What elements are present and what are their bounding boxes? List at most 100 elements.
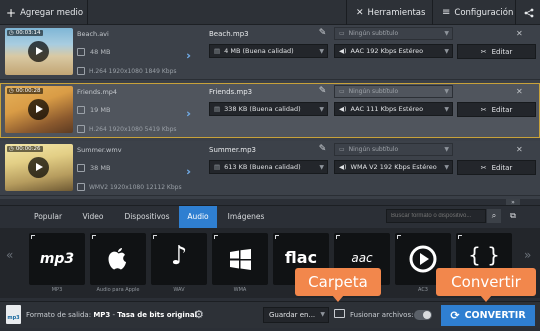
- edit-button[interactable]: ✂ Editar: [457, 102, 536, 117]
- search-icon[interactable]: ⌕: [487, 209, 501, 223]
- play-icon[interactable]: [28, 41, 49, 62]
- subtitle-icon: ▭: [339, 146, 345, 153]
- toggle-knob: [423, 311, 431, 319]
- braces-icon: { }: [468, 243, 500, 267]
- file-row[interactable]: ◷ 00:00:26 Summer.wmv 38 MB WMV2 1920x108…: [0, 141, 540, 196]
- output-filename[interactable]: Beach.mp3: [209, 30, 249, 38]
- folder-callout: Carpeta: [295, 268, 381, 302]
- convert-arrow-icon: ›››: [186, 49, 192, 62]
- subtitle-select[interactable]: ▭ Ningún subtítulo ▼: [334, 27, 453, 40]
- video-thumbnail[interactable]: ◷ 00:00:26: [5, 144, 73, 191]
- source-info-text: H.264 1920x1080 1849 Kbps: [89, 67, 177, 75]
- audio-track-select[interactable]: ◀) WMA V2 192 Kbps Estéreo ▼: [334, 160, 453, 174]
- source-size-text: 48 MB: [90, 48, 111, 56]
- bitrate-label: Tasa de bits original: [117, 311, 197, 319]
- format-tile-wma[interactable]: WMA: [212, 233, 268, 293]
- timecode-text: 00:00:26: [15, 146, 41, 152]
- tools-button[interactable]: ✕ Herramientas: [350, 0, 431, 25]
- edit-label: Editar: [491, 47, 513, 56]
- toolbar-divider: [87, 0, 88, 25]
- output-size-select[interactable]: ▤ 613 KB (Buena calidad) ▼: [209, 160, 328, 174]
- output-size-select[interactable]: ▤ 4 MB (Buena calidad) ▼: [209, 44, 328, 58]
- plus-icon: +: [6, 5, 17, 20]
- audio-track-select[interactable]: ◀) AAC 111 Kbps Estéreo ▼: [334, 102, 453, 116]
- file-icon: ▤: [214, 163, 221, 171]
- chevron-down-icon: ▼: [444, 88, 449, 95]
- merge-files-label: Fusionar archivos:: [350, 311, 414, 319]
- source-info: WMV2 1920x1080 12112 Kbps: [77, 183, 182, 191]
- remove-file-icon[interactable]: ✕: [516, 145, 523, 154]
- audio-track-text: WMA V2 192 Kbps Estéreo: [350, 163, 437, 171]
- convert-callout: Convertir: [436, 268, 536, 302]
- file-row[interactable]: ◷ 00:03:14 Beach.avi 48 MB H.264 1920x108…: [0, 25, 540, 80]
- file-icon: [77, 48, 85, 56]
- convert-arrow-icon: ›››: [186, 165, 192, 178]
- source-filename: Beach.avi: [77, 30, 109, 38]
- output-size-text: 338 KB (Buena calidad): [224, 105, 301, 113]
- subtitle-icon: ▭: [339, 30, 345, 37]
- convert-refresh-icon: ⟳: [450, 309, 460, 322]
- remove-file-icon[interactable]: ✕: [516, 29, 523, 38]
- tab-audio[interactable]: Audio: [179, 206, 217, 228]
- speaker-icon: ◀): [339, 47, 347, 55]
- audio-track-text: AAC 111 Kbps Estéreo: [350, 105, 424, 113]
- video-thumbnail[interactable]: ◷ 00:03:14: [5, 28, 73, 75]
- format-tile-apple[interactable]: Audio para Apple: [90, 233, 146, 293]
- tab-images[interactable]: Imágenes: [223, 206, 269, 228]
- tab-devices[interactable]: Dispositivos: [117, 206, 177, 228]
- rename-pencil-icon[interactable]: ✎: [316, 143, 329, 156]
- settings-button[interactable]: ≡ Configuración: [436, 0, 519, 25]
- play-icon[interactable]: [28, 157, 49, 178]
- subtitle-text: Ningún subtítulo: [348, 88, 399, 95]
- format-search-input[interactable]: [386, 209, 486, 223]
- corner-mark: [397, 235, 401, 239]
- format-settings-gear-icon[interactable]: ⚙: [194, 308, 204, 321]
- source-filename: Friends.mp4: [77, 88, 118, 96]
- video-icon: [77, 67, 85, 75]
- tab-popular[interactable]: Popular: [28, 206, 68, 228]
- format-tile-mp3[interactable]: mp3 MP3: [29, 233, 85, 293]
- folder-icon[interactable]: [334, 309, 345, 318]
- file-row[interactable]: ◷ 00:00:28 Friends.mp4 19 MB H.264 1920x1…: [0, 83, 540, 138]
- source-size-text: 38 MB: [90, 164, 111, 172]
- output-filename[interactable]: Friends.mp3: [209, 88, 252, 96]
- convert-button[interactable]: ⟳ CONVERTIR: [441, 305, 535, 326]
- settings-label: Configuración: [454, 7, 514, 18]
- video-icon: [77, 125, 85, 133]
- subtitle-icon: ▭: [339, 88, 345, 95]
- menu-icon: ≡: [442, 7, 451, 18]
- scroll-right-icon[interactable]: »: [524, 248, 531, 262]
- subtitle-select[interactable]: ▭ Ningún subtítulo ▼: [334, 143, 453, 156]
- subtitle-select[interactable]: ▭ Ningún subtítulo ▼: [334, 85, 453, 98]
- chevron-down-icon: ▼: [444, 30, 449, 37]
- tab-video[interactable]: Video: [76, 206, 110, 228]
- chevron-down-icon: ▼: [444, 47, 449, 55]
- scroll-left-icon[interactable]: «: [6, 248, 13, 262]
- output-size-select[interactable]: ▤ 338 KB (Buena calidad) ▼: [209, 102, 328, 116]
- corner-mark: [275, 235, 279, 239]
- rename-pencil-icon[interactable]: ✎: [316, 27, 329, 40]
- chevron-down-icon: ▼: [444, 163, 449, 171]
- play-icon[interactable]: [28, 99, 49, 120]
- audio-track-select[interactable]: ◀) AAC 192 Kbps Estéreo ▼: [334, 44, 453, 58]
- output-filename[interactable]: Summer.mp3: [209, 146, 256, 154]
- source-info-text: H.264 1920x1080 5419 Kbps: [89, 125, 177, 133]
- flac-logo-icon: flac: [284, 248, 318, 267]
- format-label: WAV: [173, 287, 185, 293]
- device-detect-icon[interactable]: ⧉: [506, 209, 520, 223]
- subtitle-text: Ningún subtítulo: [348, 30, 399, 37]
- save-to-select[interactable]: Guardar en... ▼: [263, 307, 329, 323]
- add-media-button[interactable]: + Agregar medio: [0, 0, 89, 25]
- merge-files-toggle[interactable]: [414, 310, 432, 320]
- edit-button[interactable]: ✂ Editar: [457, 160, 536, 175]
- format-tile-wav[interactable]: ♪ WAV: [151, 233, 207, 293]
- share-button[interactable]: [518, 0, 540, 25]
- speaker-icon: ◀): [339, 105, 347, 113]
- rename-pencil-icon[interactable]: ✎: [316, 85, 329, 98]
- output-format-value: MP3: [93, 311, 111, 319]
- video-thumbnail[interactable]: ◷ 00:00:28: [5, 86, 73, 133]
- remove-file-icon[interactable]: ✕: [516, 87, 523, 96]
- clock-icon: ◷: [9, 30, 14, 36]
- convert-label: CONVERTIR: [464, 310, 526, 321]
- edit-button[interactable]: ✂ Editar: [457, 44, 536, 59]
